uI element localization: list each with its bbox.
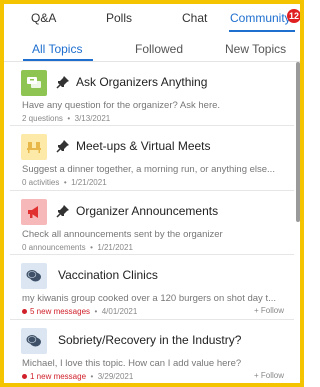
topic-meta: 1 new message • 3/29/2021: [22, 372, 133, 381]
topic-meta: 5 new messages • 4/01/2021: [22, 307, 137, 316]
subtab-new-topics[interactable]: New Topics: [225, 42, 286, 56]
scrollbar[interactable]: [296, 62, 300, 222]
topic-date: 4/01/2021: [101, 307, 138, 316]
follow-button[interactable]: + Follow: [254, 371, 284, 380]
topic-count: 0 activities: [22, 178, 60, 187]
unread-dot: [22, 309, 27, 315]
subtab-all-topics[interactable]: All Topics: [32, 42, 82, 56]
active-subtab-indicator: [23, 59, 93, 61]
topic-card[interactable]: Sobriety/Recovery in the Industry? Micha…: [10, 320, 294, 383]
topic-card[interactable]: Vaccination Clinics my kiwanis group coo…: [10, 255, 294, 320]
topic-description: Michael, I love this topic. How can I ad…: [22, 358, 242, 369]
topic-count: 0 announcements: [22, 243, 86, 252]
pin-icon: [56, 76, 69, 89]
topic-filter-tabs: All Topics Followed New Topics: [4, 34, 300, 62]
topic-title: Vaccination Clinics: [58, 268, 158, 282]
topic-title: Sobriety/Recovery in the Industry?: [58, 333, 242, 347]
follow-button[interactable]: + Follow: [254, 306, 284, 315]
topic-description: my kiwanis group cooked over a 120 burge…: [22, 293, 276, 304]
topic-title: Organizer Announcements: [76, 204, 219, 218]
chat-bubbles-icon: [21, 328, 47, 354]
subtab-followed[interactable]: Followed: [135, 42, 183, 56]
topic-date: 3/13/2021: [74, 114, 111, 123]
topic-count: 1 new message: [30, 372, 87, 381]
chat-bubbles-icon: [21, 263, 47, 289]
topic-description: Suggest a dinner together, a morning run…: [22, 164, 275, 175]
top-navigation: Q&A Polls Chat Community 12: [4, 4, 300, 34]
pin-icon: [56, 140, 69, 153]
topic-description: Have any question for the organizer? Ask…: [22, 100, 221, 111]
active-tab-indicator: [229, 30, 295, 32]
topic-card[interactable]: Meet-ups & Virtual Meets Suggest a dinne…: [10, 126, 294, 191]
topic-count: 2 questions: [22, 114, 63, 123]
topic-meta: 2 questions • 3/13/2021: [22, 114, 111, 123]
tab-chat[interactable]: Chat: [182, 11, 207, 25]
community-panel: Q&A Polls Chat Community 12 All Topics F…: [0, 0, 304, 387]
topic-meta: 0 activities • 1/21/2021: [22, 178, 107, 187]
community-count-badge: 12: [287, 9, 300, 23]
topic-date: 3/29/2021: [97, 372, 134, 381]
topic-meta: 0 announcements • 1/21/2021: [22, 243, 133, 252]
topic-card[interactable]: Ask Organizers Anything Have any questio…: [10, 62, 294, 126]
pin-icon: [56, 205, 69, 218]
topic-date: 1/21/2021: [97, 243, 133, 252]
tab-community[interactable]: Community: [230, 11, 291, 25]
topic-list: Ask Organizers Anything Have any questio…: [4, 62, 300, 383]
topic-title: Ask Organizers Anything: [76, 75, 208, 89]
unread-dot: [22, 374, 27, 380]
tab-qa[interactable]: Q&A: [31, 11, 56, 25]
megaphone-icon: [21, 199, 47, 225]
question-chat-icon: [21, 70, 47, 96]
topic-count: 5 new messages: [30, 307, 91, 316]
tab-polls[interactable]: Polls: [106, 11, 132, 25]
topic-date: 1/21/2021: [71, 178, 107, 187]
meetup-chairs-icon: [21, 134, 47, 160]
topic-card[interactable]: Organizer Announcements Check all announ…: [10, 191, 294, 255]
topic-description: Check all announcements sent by the orga…: [22, 229, 223, 240]
topic-title: Meet-ups & Virtual Meets: [76, 139, 211, 153]
